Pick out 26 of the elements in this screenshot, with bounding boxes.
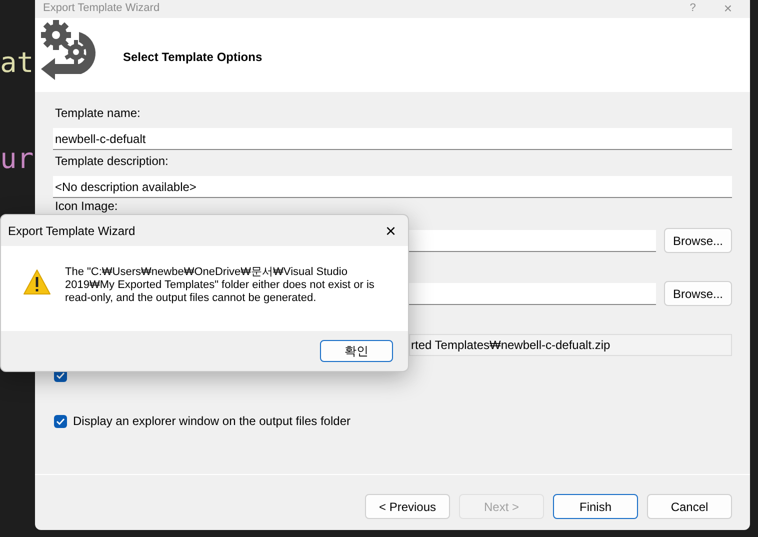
field-label: Template name: (54, 106, 140, 120)
option-label: Display an explorer window on the output files folder (73, 413, 350, 430)
previous-button[interactable]: < Previous (365, 494, 450, 519)
code-text: at (0, 45, 35, 81)
code-text: ur (0, 141, 35, 177)
dialog-message: The "C:₩Users₩newbe₩OneDrive₩문서₩Visual Studio 2019₩My Exported Templates" folder either does not exist or is read-only, and the output files cannot be generated. (65, 266, 376, 305)
checkbox[interactable] (54, 414, 67, 428)
close-button[interactable]: × (385, 222, 396, 240)
check-icon (56, 370, 65, 380)
finish-button[interactable]: Finish (553, 494, 638, 519)
check-icon (56, 416, 65, 426)
name-field[interactable]: newbell-c-defualt (53, 128, 732, 150)
warning-icon (23, 269, 51, 295)
dialog-title: Export Template Wizard (8, 222, 136, 240)
browse-button[interactable]: Browse... (664, 228, 732, 253)
cancel-button[interactable]: Cancel (647, 494, 732, 519)
header-title: Select Template Options (123, 49, 262, 66)
field-label: Template description: (54, 154, 168, 168)
browse-button[interactable]: Browse... (664, 281, 732, 306)
field-label: Icon Image: (54, 200, 118, 212)
ok-button[interactable]: 확인 (320, 340, 393, 362)
preview-path-field[interactable] (409, 282, 656, 304)
window-title: Export Template Wizard (43, 1, 160, 15)
icon-path-field[interactable] (409, 230, 656, 252)
output-location-field[interactable]: rted Templates₩newbell-c-defualt.zip (409, 334, 732, 356)
description-field[interactable]: <No description available> (53, 176, 732, 198)
